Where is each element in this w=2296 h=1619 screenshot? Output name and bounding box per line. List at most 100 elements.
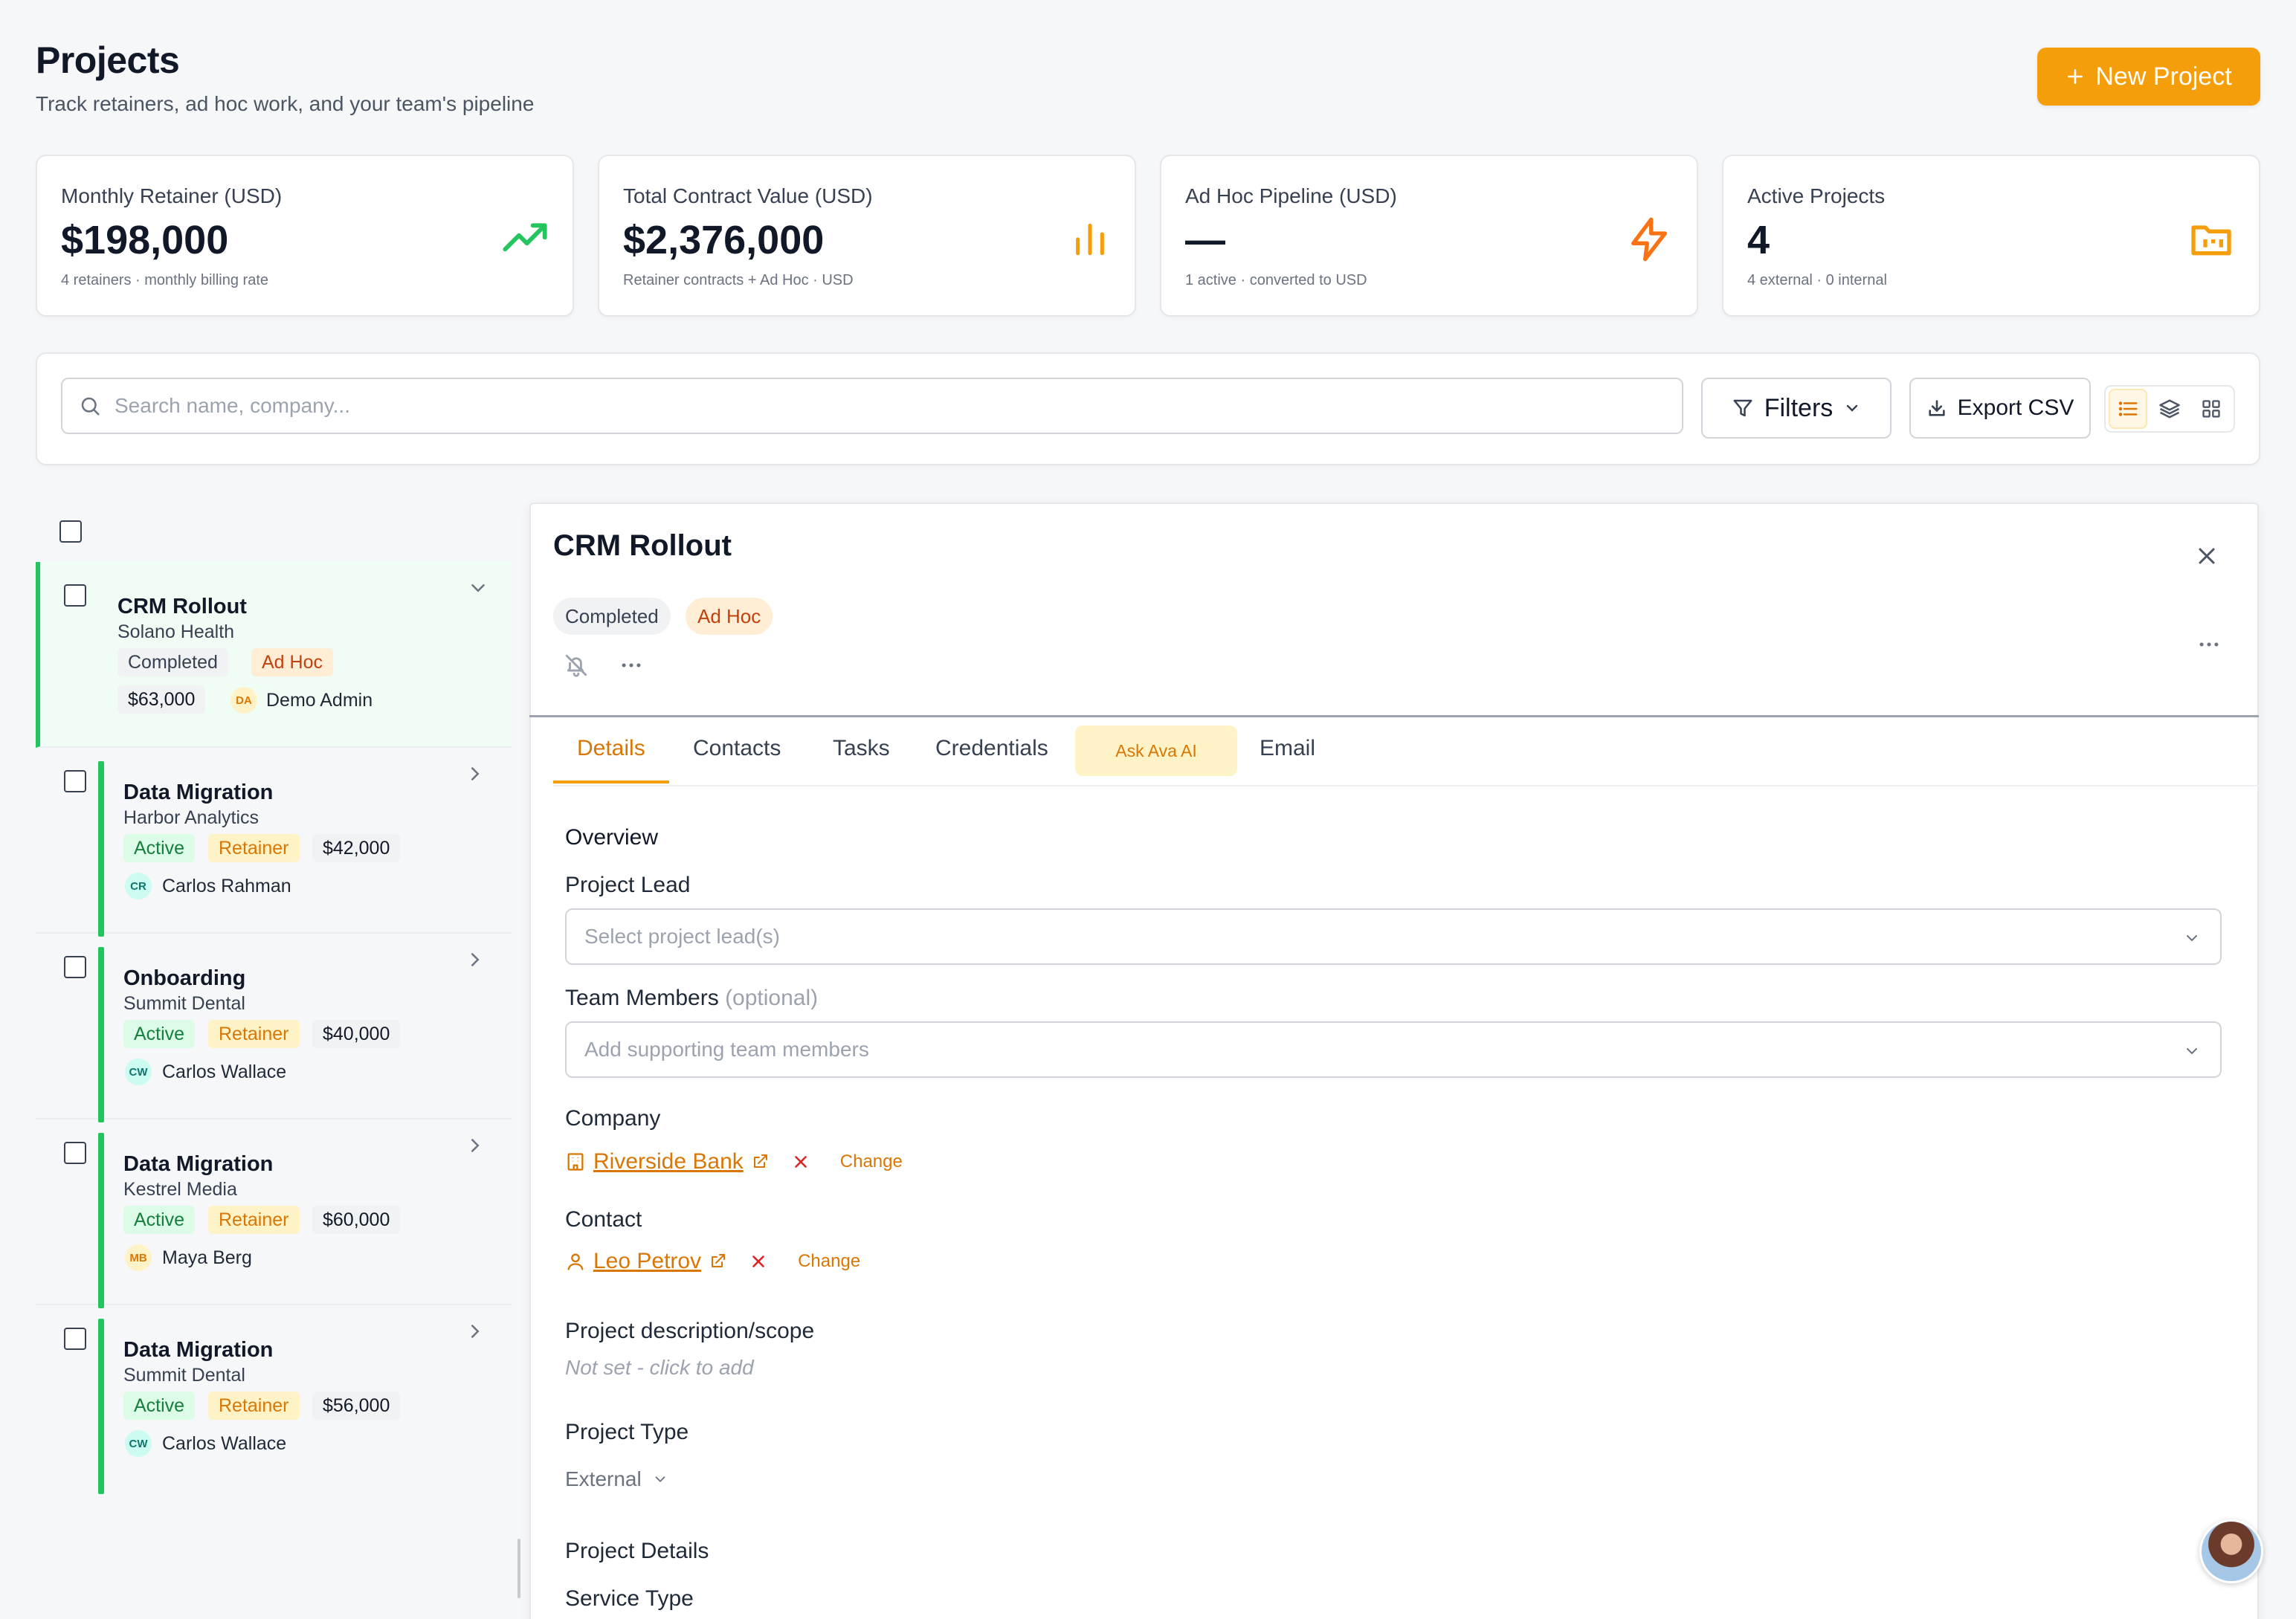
active-tab-indicator: [553, 781, 669, 783]
stat-label: Ad Hoc Pipeline (USD): [1185, 184, 1397, 207]
contact-field: Leo Petrov Change: [565, 1249, 860, 1274]
stat-card-active-projects: Active Projects 4 4 external · 0 interna…: [1722, 155, 2260, 317]
chevron-right-icon[interactable]: [464, 1134, 486, 1157]
project-type-value: External: [565, 1467, 642, 1490]
view-toggle: [2104, 385, 2235, 433]
description-label: Project description/scope: [565, 1319, 815, 1343]
remove-contact-icon[interactable]: [749, 1252, 768, 1271]
change-contact-button[interactable]: Change: [798, 1251, 860, 1272]
filters-button[interactable]: Filters: [1701, 378, 1892, 439]
person-name: Maya Berg: [162, 1247, 252, 1268]
type-badge: Retainer: [208, 1392, 300, 1420]
project-list-item[interactable]: Data Migration Kestrel Media Active Reta…: [36, 1119, 512, 1308]
project-company: Summit Dental: [123, 993, 245, 1014]
filters-label: Filters: [1764, 393, 1834, 422]
project-company: Summit Dental: [123, 1365, 245, 1386]
project-type-select[interactable]: External: [565, 1467, 668, 1491]
search-input[interactable]: [115, 394, 1682, 418]
building-icon: [565, 1151, 586, 1172]
chevron-down-icon: [2183, 1042, 2201, 1060]
stat-value: $2,376,000: [623, 218, 825, 262]
bell-off-icon[interactable]: [564, 653, 589, 678]
team-members-label-text: Team Members: [565, 986, 719, 1010]
bar-chart-icon: [1069, 216, 1111, 263]
team-members-select[interactable]: Add supporting team members: [565, 1021, 2222, 1078]
list-scrollbar[interactable]: [517, 1539, 520, 1598]
new-project-button[interactable]: New Project: [2037, 48, 2260, 106]
grid-view-icon[interactable]: [2192, 389, 2231, 429]
project-list-item[interactable]: CRM Rollout Solano Health Completed Ad H…: [36, 562, 512, 748]
chevron-right-icon[interactable]: [464, 949, 486, 971]
status-badge: Active: [123, 1392, 196, 1420]
stat-value: $198,000: [61, 218, 229, 262]
chevron-down-icon[interactable]: [467, 577, 489, 599]
stat-card-ad-hoc-pipeline: Ad Hoc Pipeline (USD) — 1 active · conve…: [1160, 155, 1698, 317]
amount-badge: $63,000: [117, 685, 206, 714]
external-link-icon[interactable]: [709, 1253, 726, 1270]
stat-label: Active Projects: [1747, 184, 1886, 207]
more-horizontal-icon[interactable]: [2196, 632, 2222, 657]
layers-view-icon[interactable]: [2150, 389, 2189, 429]
stat-value: —: [1185, 218, 1225, 262]
project-lead-select[interactable]: Select project lead(s): [565, 908, 2222, 965]
row-checkbox[interactable]: [64, 956, 86, 978]
stat-card-monthly-retainer: Monthly Retainer (USD) $198,000 4 retain…: [36, 155, 574, 317]
type-badge: Ad Hoc: [251, 648, 333, 676]
team-members-placeholder: Add supporting team members: [584, 1038, 869, 1061]
chevron-down-icon: [2183, 929, 2201, 947]
project-lead-placeholder: Select project lead(s): [584, 925, 781, 948]
tab-details[interactable]: Details: [577, 736, 645, 761]
stat-label: Total Contract Value (USD): [623, 184, 873, 207]
tab-email[interactable]: Email: [1260, 736, 1315, 761]
external-link-icon[interactable]: [751, 1153, 769, 1171]
project-title: Onboarding: [123, 966, 246, 990]
remove-company-icon[interactable]: [791, 1152, 810, 1172]
tab-credentials[interactable]: Credentials: [935, 736, 1048, 761]
contact-label: Contact: [565, 1207, 642, 1232]
avatar: DA: [230, 687, 257, 714]
company-label: Company: [565, 1106, 661, 1131]
list-view-icon[interactable]: [2109, 389, 2148, 429]
avatar: CR: [125, 873, 152, 899]
detail-title: CRM Rollout: [553, 529, 732, 562]
stat-label: Monthly Retainer (USD): [61, 184, 283, 207]
amount-badge: $40,000: [312, 1020, 401, 1048]
project-list-item[interactable]: Onboarding Summit Dental Active Retainer…: [36, 934, 512, 1122]
trending-up-icon: [501, 216, 549, 263]
tab-contacts[interactable]: Contacts: [693, 736, 781, 761]
tab-tasks[interactable]: Tasks: [833, 736, 890, 761]
export-csv-button[interactable]: Export CSV: [1909, 378, 2091, 439]
person-name: Demo Admin: [266, 690, 373, 711]
tab-ask-ava-ai[interactable]: Ask Ava AI: [1075, 726, 1237, 776]
more-horizontal-icon[interactable]: [619, 653, 644, 678]
select-all-checkbox[interactable]: [59, 520, 82, 543]
stat-sub: Retainer contracts + Ad Hoc · USD: [623, 272, 854, 288]
stat-card-total-contract: Total Contract Value (USD) $2,376,000 Re…: [598, 155, 1136, 317]
project-company: Solano Health: [117, 621, 235, 642]
stat-sub: 1 active · converted to USD: [1185, 272, 1367, 288]
project-company: Kestrel Media: [123, 1179, 237, 1200]
search-box[interactable]: [61, 378, 1683, 434]
status-bar: [98, 1133, 104, 1308]
change-company-button[interactable]: Change: [840, 1151, 903, 1172]
project-list-item[interactable]: Data Migration Harbor Analytics Active R…: [36, 748, 512, 937]
service-type-label: Service Type: [565, 1586, 694, 1611]
chevron-right-icon[interactable]: [464, 1320, 486, 1342]
contact-link[interactable]: Leo Petrov: [593, 1249, 701, 1274]
description-placeholder[interactable]: Not set - click to add: [565, 1356, 754, 1380]
project-title: CRM Rollout: [117, 595, 247, 618]
close-icon[interactable]: [2193, 543, 2220, 569]
row-checkbox[interactable]: [64, 584, 86, 607]
plus-icon: [2066, 67, 2085, 86]
chevron-down-icon: [1843, 399, 1861, 417]
assistant-avatar-button[interactable]: [2199, 1519, 2263, 1583]
filter-icon: [1732, 397, 1754, 419]
tabs-divider: [553, 785, 2259, 786]
chevron-right-icon[interactable]: [464, 763, 486, 785]
company-link[interactable]: Riverside Bank: [593, 1149, 744, 1174]
row-checkbox[interactable]: [64, 770, 86, 792]
row-checkbox[interactable]: [64, 1142, 86, 1164]
search-icon: [79, 395, 101, 417]
project-list-item[interactable]: Data Migration Summit Dental Active Reta…: [36, 1305, 512, 1494]
row-checkbox[interactable]: [64, 1328, 86, 1350]
